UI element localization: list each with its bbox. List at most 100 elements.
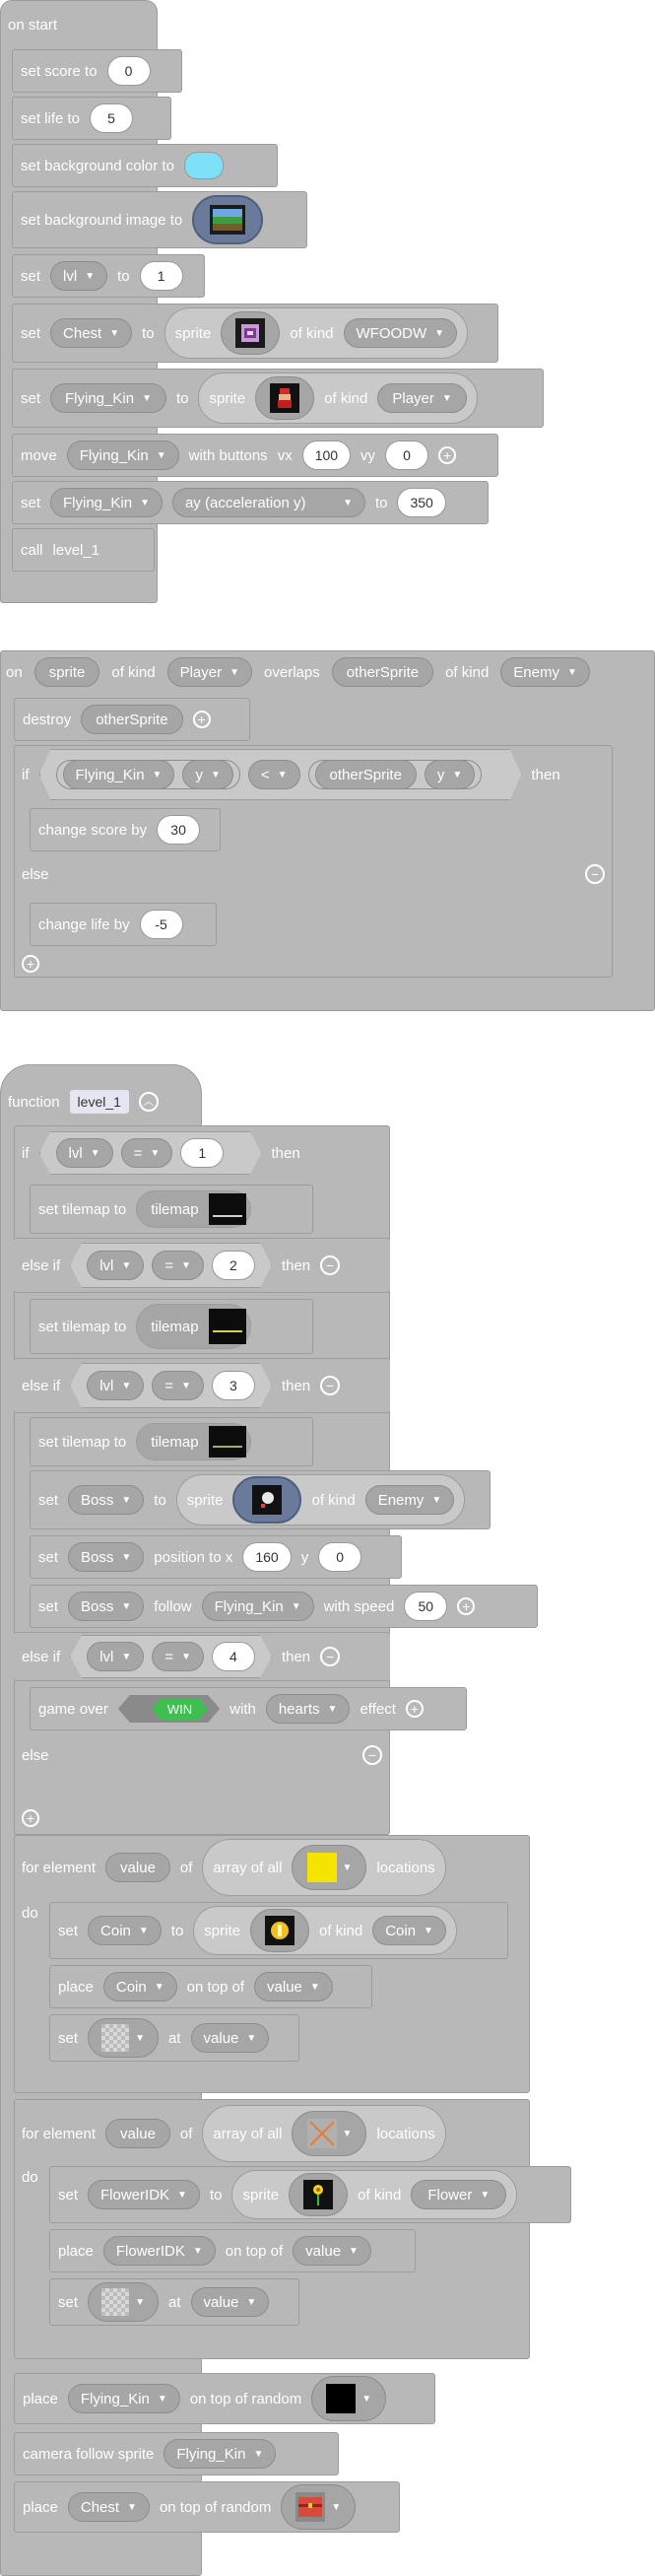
eq-operator-dropdown[interactable]: = ▼ (152, 1251, 204, 1280)
sprite-prop-reporter[interactable]: Flying_Kin ▼ y ▼ (56, 760, 240, 789)
eq-operator-dropdown[interactable]: = ▼ (121, 1138, 173, 1168)
set-tilemap-block-1[interactable]: set tilemap to tilemap (30, 1185, 313, 1234)
flower-tile-picker[interactable]: ▼ (292, 2111, 367, 2156)
coin-variable-dropdown[interactable]: Coin ▼ (102, 1972, 177, 2001)
boss-dropdown[interactable]: Boss ▼ (68, 1542, 145, 1572)
win-toggle[interactable]: WIN (118, 1695, 220, 1723)
chest-kind-dropdown[interactable]: WFOODW ▼ (343, 318, 458, 348)
eq-operator-dropdown[interactable]: = ▼ (152, 1371, 204, 1400)
coin-sprite-image[interactable] (249, 1909, 309, 1952)
vy-input[interactable]: 0 (385, 441, 429, 470)
lvl-compare-input[interactable]: 4 (212, 1642, 255, 1671)
expand-plus-icon[interactable]: + (405, 1700, 424, 1718)
accel-property-dropdown[interactable]: ay (acceleration y) ▼ (171, 488, 365, 517)
set-coin-block[interactable]: set Coin ▼ to sprite of kind Coin ▼ (49, 1902, 508, 1959)
set-tilemap-block-2[interactable]: set tilemap to tilemap (30, 1299, 313, 1354)
chest-sprite-image[interactable] (221, 311, 281, 355)
chest-sprite-dropdown[interactable]: Chest ▼ (67, 2492, 150, 2522)
coin-tile-picker[interactable]: ▼ (292, 1845, 367, 1890)
for-element-header-1[interactable]: for element value of array of all ▼ loca… (14, 1835, 530, 1900)
for-element-header-2[interactable]: for element value of array of all ▼ loca… (14, 2101, 530, 2166)
remove-branch-minus-icon[interactable]: − (320, 1376, 341, 1395)
move-sprite-dropdown[interactable]: Flying_Kin ▼ (66, 441, 179, 470)
destroy-target[interactable]: otherSprite (81, 705, 183, 734)
tilemap-reporter[interactable]: tilemap (136, 1190, 251, 1228)
set-acceleration-block[interactable]: set Flying_Kin ▼ ay (acceleration y) ▼ to … (12, 481, 489, 524)
value-dropdown[interactable]: value ▼ (254, 1972, 333, 2001)
set-score-block[interactable]: set score to 0 (12, 49, 182, 93)
sprite-create-reporter[interactable]: sprite of kind Coin ▼ (193, 1906, 457, 1955)
coin-variable-dropdown[interactable]: Coin ▼ (88, 1916, 162, 1945)
add-else-if-plus-icon[interactable]: + (22, 1809, 39, 1827)
set-lvl-block[interactable]: set lvl ▼ to 1 (12, 254, 205, 298)
collapse-chevron-up-icon[interactable]: ︿ (138, 1092, 159, 1112)
other-sprite-var[interactable]: otherSprite (315, 760, 417, 789)
call-function-name[interactable]: level_1 (53, 542, 100, 559)
comparison-sprite-dropdown[interactable]: Flying_Kin ▼ (63, 760, 175, 789)
coin-kind-dropdown[interactable]: Coin ▼ (372, 1916, 446, 1945)
place-sprite-dropdown[interactable]: Flying_Kin ▼ (67, 2384, 180, 2413)
expand-plus-icon[interactable]: + (192, 711, 211, 728)
comparison-prop-dropdown[interactable]: y ▼ (182, 760, 232, 789)
set-bg-color-block[interactable]: set background color to (12, 144, 278, 187)
eq-operator-dropdown[interactable]: = ▼ (152, 1642, 204, 1671)
else-if-lvl4-row[interactable]: else if lvl ▼ = ▼ 4 then − (14, 1632, 390, 1681)
set-flower-block[interactable]: set FlowerIDK ▼ to sprite of kind Flower ▼ (49, 2166, 571, 2223)
tilemap-3-icon[interactable] (208, 1426, 246, 1457)
sprite-create-reporter[interactable]: sprite of kind WFOODW ▼ (164, 307, 469, 359)
random-tile-picker[interactable]: ▼ (281, 2484, 357, 2530)
flower-sprite-image[interactable] (289, 2173, 349, 2216)
set-boss-follow-block[interactable]: set Boss ▼ follow Flying_Kin ▼ with speed … (30, 1585, 538, 1628)
tilemap-1-icon[interactable] (208, 1193, 246, 1225)
lvl-dropdown[interactable]: lvl ▼ (87, 1251, 144, 1280)
expand-plus-icon[interactable]: + (438, 446, 457, 464)
camera-sprite-dropdown[interactable]: Flying_Kin ▼ (164, 2439, 277, 2469)
on-overlap-hat[interactable]: on sprite of kind Player ▼ overlaps other… (0, 652, 655, 692)
set-flying-kin-block[interactable]: set Flying_Kin ▼ to sprite of kind Player… (12, 369, 544, 428)
array-of-all-reporter[interactable]: array of all ▼ locations (202, 1839, 446, 1896)
accel-sprite-dropdown[interactable]: Flying_Kin ▼ (50, 488, 163, 517)
value-dropdown[interactable]: value ▼ (190, 2287, 270, 2317)
boss-variable-dropdown[interactable]: Boss ▼ (68, 1485, 145, 1515)
flower-kind-dropdown[interactable]: Flower ▼ (411, 2180, 507, 2209)
lvl-eq-4-hexagon[interactable]: lvl ▼ = ▼ 4 (70, 1635, 272, 1678)
loop-var-value[interactable]: value (105, 2119, 170, 2148)
expand-plus-icon[interactable]: + (457, 1597, 476, 1615)
enemy-kind-dropdown[interactable]: Enemy ▼ (364, 1485, 455, 1515)
on-start-hat[interactable]: on start (0, 0, 158, 49)
follow-target-dropdown[interactable]: Flying_Kin ▼ (201, 1592, 314, 1621)
boss-y-input[interactable]: 0 (318, 1542, 362, 1572)
lvl-eq-2-hexagon[interactable]: lvl ▼ = ▼ 2 (70, 1243, 272, 1288)
other-prop-dropdown[interactable]: y ▼ (425, 760, 475, 789)
if-condition-row[interactable]: if Flying_Kin ▼ y ▼ < ▼ otherSprite y ▼ then (14, 745, 613, 804)
flower-variable-dropdown[interactable]: FlowerIDK ▼ (88, 2180, 200, 2209)
function-header[interactable]: function level_1 ︿ (0, 1080, 202, 1123)
value-dropdown[interactable]: value ▼ (293, 2236, 371, 2266)
transparent-tile-picker[interactable]: ▼ (88, 2018, 160, 2058)
set-bg-image-block[interactable]: set background image to (12, 191, 307, 248)
move-with-buttons-block[interactable]: move Flying_Kin ▼ with buttons vx 100 vy … (12, 434, 498, 477)
change-score-block[interactable]: change score by 30 (30, 808, 221, 851)
score-delta-input[interactable]: 30 (157, 815, 201, 845)
speed-input[interactable]: 50 (404, 1592, 448, 1621)
lvl-dropdown[interactable]: lvl ▼ (56, 1138, 113, 1168)
lvl-compare-input[interactable]: 3 (212, 1371, 255, 1400)
accel-value-input[interactable]: 350 (397, 488, 446, 517)
remove-branch-minus-icon[interactable]: − (320, 1647, 341, 1666)
set-boss-position-block[interactable]: set Boss ▼ position to x 160 y 0 (30, 1535, 402, 1579)
change-life-block[interactable]: change life by -5 (30, 903, 217, 946)
player-kind-dropdown[interactable]: Player ▼ (377, 383, 467, 413)
life-delta-input[interactable]: -5 (139, 910, 183, 939)
add-else-if-plus-icon[interactable]: + (22, 955, 39, 973)
function-name-input[interactable]: level_1 (69, 1090, 129, 1114)
remove-branch-minus-icon[interactable]: − (320, 1255, 341, 1275)
comparison-hexagon[interactable]: Flying_Kin ▼ y ▼ < ▼ otherSprite y ▼ (39, 749, 522, 800)
sprite-create-reporter[interactable]: sprite of kind Player ▼ (198, 373, 478, 424)
else-if-lvl3-row[interactable]: else if lvl ▼ = ▼ 3 then − (14, 1358, 390, 1413)
array-of-all-reporter[interactable]: array of all ▼ locations (202, 2105, 446, 2162)
lvl-compare-input[interactable]: 2 (212, 1251, 255, 1280)
boss-dropdown[interactable]: Boss ▼ (68, 1592, 145, 1621)
life-value-input[interactable]: 5 (90, 103, 134, 133)
place-chest-block[interactable]: place Chest ▼ on top of random ▼ (14, 2481, 400, 2533)
game-over-block[interactable]: game over WIN with hearts ▼ effect + (30, 1687, 467, 1730)
